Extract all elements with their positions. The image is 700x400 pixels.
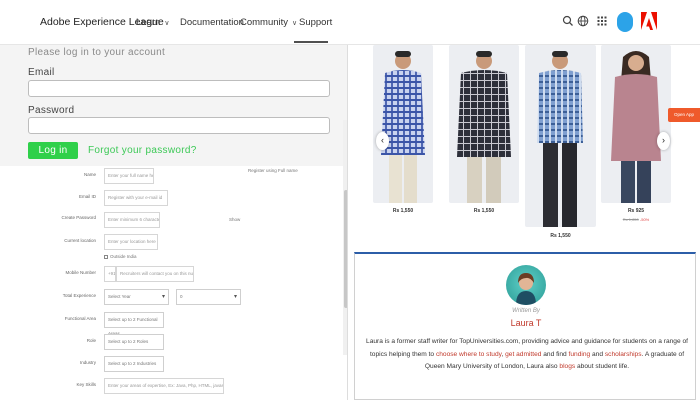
name-label: Name [83, 172, 96, 177]
product-price: Rs 1,550 [473, 208, 495, 214]
product-image[interactable] [601, 45, 671, 203]
industry-label: Industry [79, 360, 96, 365]
globe-icon[interactable] [576, 14, 590, 28]
functional-area-select[interactable]: Select up to 2 Functional Areas [104, 312, 164, 336]
role-value: Select up to 2 Roles [108, 339, 149, 344]
nav-link-documentation[interactable]: Documentation [180, 17, 244, 28]
industry-select[interactable]: Select up to 2 Industries [104, 356, 164, 372]
user-avatar-icon[interactable] [617, 12, 633, 32]
bio-text: about student life. [575, 363, 630, 370]
avatar-portrait-icon [516, 273, 536, 305]
outside-india-checkbox[interactable] [104, 255, 108, 259]
author-bio: Laura is a former staff writer for TopUn… [365, 336, 689, 374]
apps-grid-icon[interactable] [595, 14, 609, 28]
experience-years-value: Select Year [108, 294, 131, 299]
open-app-tab[interactable]: Open App [668, 108, 700, 122]
register-note: Register using Full name [248, 168, 298, 173]
forgot-password-link[interactable]: Forgot your password? [88, 145, 197, 156]
password-label: Password [28, 105, 75, 116]
mobile-number-input[interactable]: Recruiters will contact you on this numb… [116, 266, 194, 282]
nav-link-label: Documentation [180, 17, 244, 28]
functional-area-label: Functional Area [64, 316, 96, 321]
panel-divider [347, 45, 348, 400]
role-label: Role [86, 338, 96, 343]
product-image[interactable] [525, 45, 596, 227]
industry-value: Select up to 2 Industries [108, 361, 157, 366]
mobile-number-label: Mobile Number [65, 270, 96, 275]
carousel-prev-button[interactable]: ‹ [376, 132, 389, 150]
discount-badge: -50% [639, 217, 650, 222]
current-location-label: Current location [64, 238, 96, 243]
country-code-field[interactable]: +91 [104, 266, 116, 282]
total-experience-label: Total Experience [62, 293, 96, 298]
choose-where-to-study-link[interactable]: choose where to study [436, 351, 502, 358]
product-original-price: Rs 1,850 -50% [601, 217, 671, 222]
role-select[interactable]: Select up to 2 Roles [104, 334, 164, 350]
product-carousel: Rs 1,550 Rs 1,550 Rs 1,550 Rs 925 Rs 1,8… [355, 45, 700, 245]
email-id-input[interactable]: Register with your e-mail id [104, 190, 168, 206]
nav-link-learn[interactable]: Learn ∨ [136, 17, 169, 28]
scholarships-link[interactable]: scholarships [605, 351, 642, 358]
nav-link-community[interactable]: Community ∨ [240, 17, 297, 28]
author-avatar [506, 265, 546, 305]
chevron-down-icon: ∨ [292, 20, 298, 27]
chevron-down-icon: ▾ [161, 294, 165, 300]
left-panel: Please log in to your account Email Pass… [0, 45, 347, 400]
email-field[interactable] [28, 80, 330, 97]
key-skills-label: Key Skills [76, 382, 96, 387]
author-name[interactable]: Laura T [355, 318, 697, 328]
current-location-input[interactable]: Enter your location here [104, 234, 158, 250]
experience-months-value: 0 [180, 294, 183, 299]
email-id-label: Email ID [78, 194, 96, 199]
funding-link[interactable]: funding [569, 351, 591, 358]
strike-price: Rs 1,850 [622, 217, 639, 222]
nav-link-label: Learn [136, 17, 161, 28]
bio-text: and [590, 350, 605, 358]
product-price: Rs 925 [627, 208, 645, 214]
registration-form: Register using Full name Name Enter your… [0, 166, 347, 400]
chevron-down-icon: ∨ [164, 20, 170, 27]
bio-text: and find [541, 350, 569, 358]
carousel-next-button[interactable]: › [657, 132, 670, 150]
login-form: Please log in to your account Email Pass… [0, 45, 347, 166]
active-tab-indicator [294, 41, 328, 43]
blogs-link[interactable]: blogs [559, 363, 575, 370]
chevron-down-icon: ▾ [233, 294, 237, 300]
create-password-label: Create Password [61, 215, 96, 220]
product-price: Rs 1,550 [550, 233, 571, 239]
product-price: Rs 1,550 [392, 208, 414, 214]
nav-link-label: Support [299, 17, 333, 28]
show-password-toggle[interactable]: Show [229, 217, 240, 222]
email-label: Email [28, 67, 55, 78]
search-icon[interactable] [561, 14, 575, 28]
outside-india-label: Outside India [110, 254, 137, 259]
written-by-label: Written By [512, 308, 540, 314]
login-title: Please log in to your account [28, 47, 166, 58]
product-image[interactable] [373, 45, 433, 203]
create-password-input[interactable]: Enter minimum 6 characters [104, 212, 160, 228]
key-skills-input[interactable]: Enter your areas of expertise, Ex: Java,… [104, 378, 224, 394]
name-input[interactable]: Enter your full name here [104, 168, 154, 184]
login-button[interactable]: Log in [28, 142, 78, 159]
author-card: Written By Laura T Laura is a former sta… [354, 252, 696, 400]
adobe-logo-icon[interactable] [641, 12, 657, 30]
experience-months-select[interactable]: 0 ▾ [176, 289, 241, 305]
product-image[interactable] [449, 45, 519, 203]
get-admitted-link[interactable]: get admitted [505, 351, 541, 358]
nav-link-label: Community [240, 17, 289, 28]
top-navigation-bar: Adobe Experience League Learn ∨ Documenta… [0, 0, 700, 45]
nav-link-support[interactable]: Support [299, 17, 332, 28]
experience-years-select[interactable]: Select Year ▾ [104, 289, 169, 305]
password-field[interactable] [28, 117, 330, 134]
